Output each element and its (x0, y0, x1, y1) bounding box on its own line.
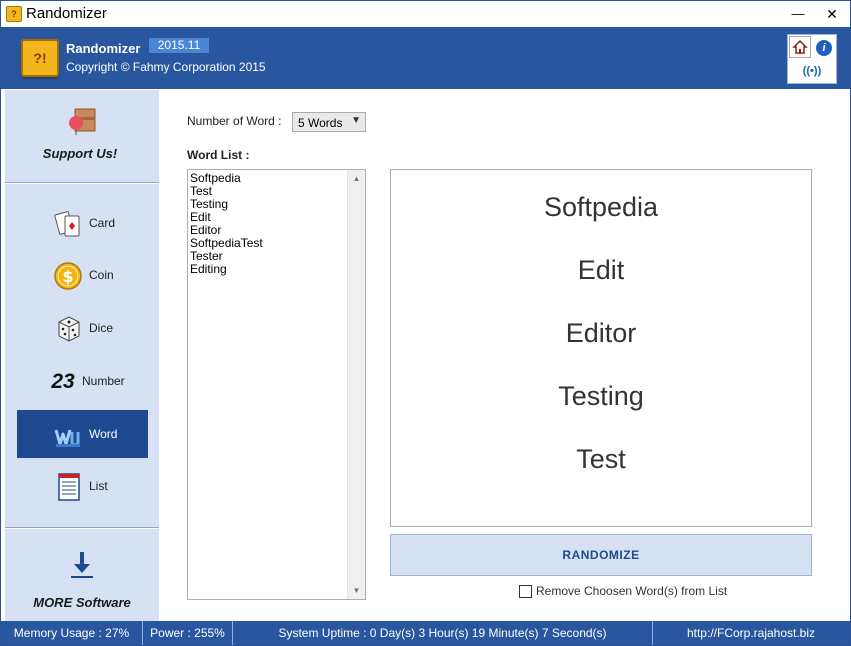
result-word: Edit (577, 255, 625, 285)
uptime-status: System Uptime : 0 Day(s) 3 Hour(s) 19 Mi… (233, 621, 653, 645)
info-icon: i (816, 40, 832, 56)
web-button[interactable]: ((•)) (801, 60, 823, 82)
list-item: Editing (190, 262, 227, 276)
close-button[interactable]: ✕ (820, 3, 844, 25)
dice-icon (58, 316, 80, 342)
randomize-button[interactable]: RANDOMIZE (390, 534, 812, 576)
number-of-word-value: 5 Words (298, 116, 343, 130)
sidebar-item-coin[interactable]: $ Coin (17, 251, 148, 299)
remove-chosen-label: Remove Choosen Word(s) from List (536, 584, 728, 598)
word-list-textarea[interactable]: Softpedia Test Testing Edit Editor Softp… (187, 169, 366, 600)
card-icon (54, 211, 80, 237)
sidebar: Support Us! Card $ Coin Dice 23 Number W… (5, 90, 159, 621)
number-of-word-dropdown[interactable]: 5 Words ▼ (292, 112, 366, 132)
support-label: Support Us! (42, 146, 118, 161)
sidebar-item-card[interactable]: Card (17, 199, 148, 247)
scroll-down-arrow-icon[interactable]: ▼ (348, 582, 365, 599)
number-of-word-label: Number of Word : (187, 114, 282, 128)
more-software-label: MORE Software (33, 595, 131, 610)
remove-chosen-checkbox[interactable] (519, 585, 532, 598)
website-link[interactable]: http://FCorp.rajahost.biz (653, 621, 849, 645)
sidebar-divider (5, 182, 159, 184)
svg-text:$: $ (62, 267, 73, 286)
sidebar-divider (5, 527, 159, 529)
app-name: Randomizer (66, 41, 141, 56)
download-icon (71, 552, 93, 578)
word-icon (54, 429, 80, 447)
result-word: Editor (565, 318, 637, 348)
sidebar-item-word[interactable]: Word (17, 410, 148, 458)
word-list-label: Word List : (187, 148, 250, 162)
result-word: Softpedia (543, 192, 659, 222)
home-button[interactable] (789, 36, 811, 58)
chevron-down-icon: ▼ (351, 115, 361, 126)
version-badge: 2015.11 (149, 38, 209, 53)
coin-icon: $ (54, 262, 82, 290)
sidebar-item-label: Dice (89, 321, 114, 335)
result-word: Testing (558, 381, 644, 411)
sidebar-item-number[interactable]: 23 Number (17, 357, 148, 405)
support-us-button[interactable]: Support Us! (5, 90, 159, 182)
word-list-items: Softpedia Test Testing Edit Editor Softp… (190, 172, 263, 276)
result-word: Test (576, 444, 626, 474)
memory-usage-status: Memory Usage : 27% (1, 621, 143, 645)
web-icon: ((•)) (802, 65, 822, 77)
sidebar-item-list[interactable]: List (17, 462, 148, 510)
app-window: ? Randomizer — ✕ ?! Randomizer 2015.11 C… (0, 0, 851, 646)
logo-icon: ?! (21, 39, 59, 77)
copyright-text: Copyright © Fahmy Corporation 2015 (66, 60, 266, 74)
more-software-button[interactable]: MORE Software (5, 538, 159, 621)
sidebar-item-label: Card (89, 216, 116, 230)
number-icon: 23 (51, 370, 75, 393)
status-bar: Memory Usage : 27% Power : 255% System U… (1, 621, 850, 645)
gift-icon (69, 108, 96, 135)
sidebar-item-label: List (89, 479, 108, 493)
scroll-up-arrow-icon[interactable]: ▲ (348, 170, 365, 187)
word-list-scrollbar[interactable]: ▲ ▼ (347, 170, 365, 599)
home-icon (792, 39, 808, 54)
window-title: Randomizer (26, 5, 107, 22)
sidebar-item-label: Number (82, 374, 125, 388)
header-buttons: i ((•)) (787, 34, 837, 84)
sidebar-item-dice[interactable]: Dice (17, 304, 148, 352)
app-icon: ? (6, 6, 22, 22)
result-panel: Softpedia Edit Editor Testing Test (390, 169, 812, 527)
header-banner: ?! Randomizer 2015.11 Copyright © Fahmy … (1, 27, 850, 89)
title-bar: ? Randomizer — ✕ (1, 1, 850, 27)
sidebar-item-label: Word (89, 427, 118, 441)
power-status: Power : 255% (143, 621, 233, 645)
main-panel: Number of Word : 5 Words ▼ Word List : S… (159, 90, 850, 621)
list-icon (58, 473, 80, 501)
minimize-button[interactable]: — (786, 3, 810, 25)
sidebar-item-label: Coin (89, 268, 114, 282)
info-button[interactable]: i (813, 36, 835, 58)
